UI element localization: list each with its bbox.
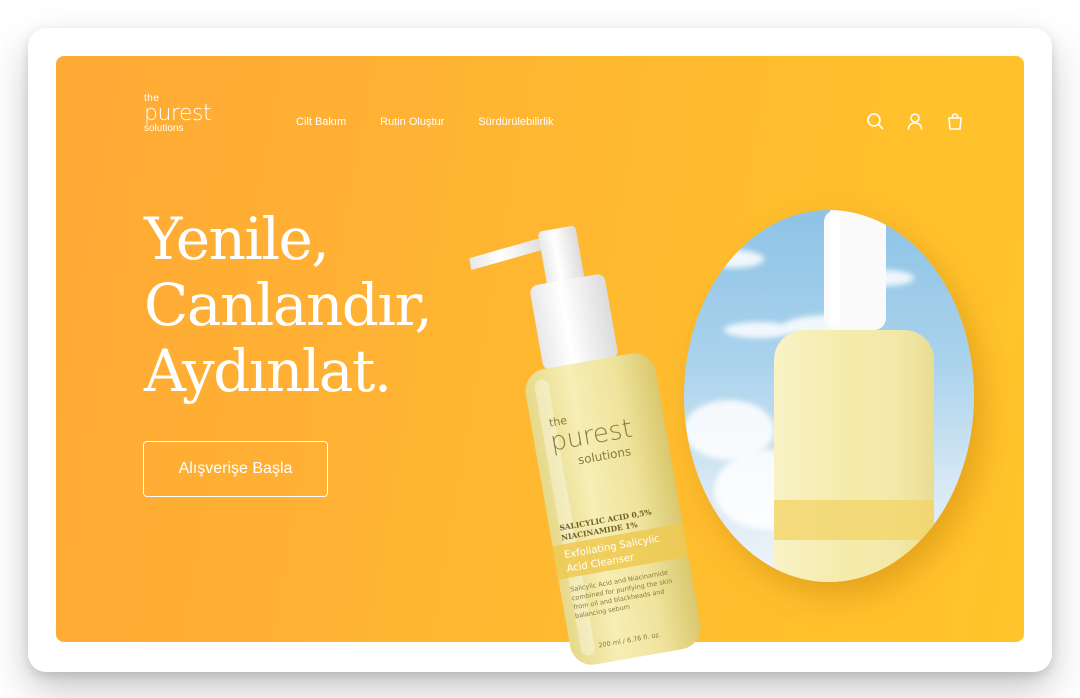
user-icon[interactable] [906, 112, 924, 130]
shopping-bag-icon[interactable] [946, 112, 964, 130]
headline-line-1: Yenile, [144, 205, 330, 273]
header-icons [866, 112, 964, 130]
page-background: the purest solutions Cilt Bakım Rutin Ol… [0, 0, 1080, 698]
hero-section: the purest solutions Cilt Bakım Rutin Ol… [56, 56, 1024, 665]
headline-line-3: Aydınlat. [144, 337, 392, 405]
product-bottle-image: the purest solutions SALICYLIC ACID 0,5%… [469, 225, 701, 665]
brand-logo[interactable]: the purest solutions [144, 94, 212, 134]
logo-purest: purest [144, 101, 212, 126]
nav-item-rutin-olustur[interactable]: Rutin Oluştur [380, 116, 444, 128]
headline-line-2: Canlandır, [144, 271, 433, 339]
hero-headline: Yenile, Canlandır, Aydınlat. [144, 205, 433, 405]
search-icon[interactable] [866, 112, 884, 130]
browser-window: the purest solutions Cilt Bakım Rutin Ol… [48, 48, 1032, 665]
nav-item-surdurulebilirlik[interactable]: Sürdürülebilirlik [478, 116, 553, 128]
reflected-bottle-image [774, 210, 934, 582]
nav-item-cilt-bakim[interactable]: Cilt Bakım [296, 116, 346, 128]
main-navigation: Cilt Bakım Rutin Oluştur Sürdürülebilirl… [296, 116, 554, 128]
start-shopping-button[interactable]: Alışverişe Başla [143, 441, 328, 497]
